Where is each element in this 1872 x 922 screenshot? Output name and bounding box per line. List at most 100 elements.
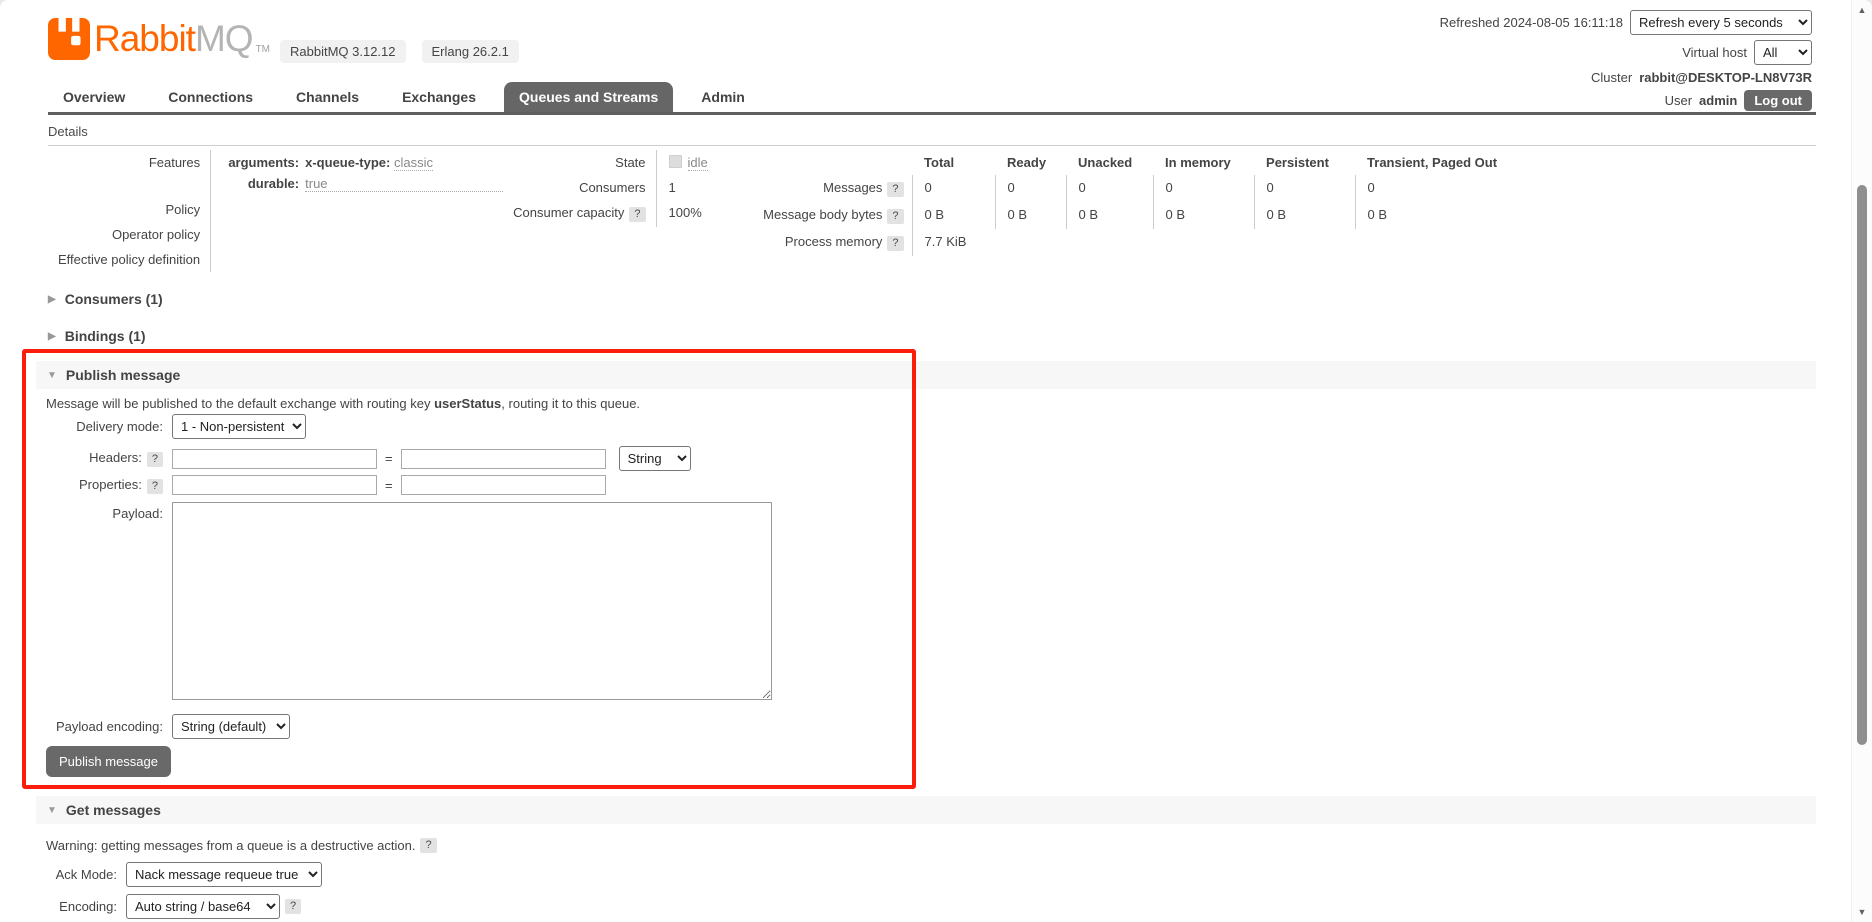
brand-trademark: TM xyxy=(255,44,271,55)
arguments-value: classic xyxy=(393,155,433,171)
state-indicator-icon xyxy=(668,155,682,168)
state-value: idle xyxy=(687,155,708,171)
ack-mode-select[interactable]: Nack message requeue true xyxy=(126,862,322,887)
section-consumers[interactable]: ▶ Consumers (1) xyxy=(48,291,163,307)
state-label: State xyxy=(615,155,646,170)
payload-encoding-label: Payload encoding: xyxy=(56,719,163,734)
triangle-down-icon: ▼ xyxy=(47,804,57,816)
tab-exchanges[interactable]: Exchanges xyxy=(387,82,491,112)
properties-key-input[interactable] xyxy=(172,475,377,495)
payload-label: Payload: xyxy=(112,506,163,521)
scrollbar[interactable]: ▲ ▼ xyxy=(1851,0,1872,922)
process-memory-value: 7.7 KiB xyxy=(911,229,1521,256)
scrollbar-thumb[interactable] xyxy=(1857,185,1867,745)
stat-cell: 0 B xyxy=(1065,202,1154,229)
stat-cell: 0 xyxy=(911,175,996,202)
consumer-capacity-value: 100% xyxy=(655,200,731,227)
delivery-mode-label: Delivery mode: xyxy=(76,419,163,434)
headers-value-input[interactable] xyxy=(400,448,606,469)
encoding-row: Encoding: Auto string / base64 ? xyxy=(33,894,302,919)
header-type-select[interactable]: String xyxy=(618,446,691,471)
payload-textarea[interactable] xyxy=(172,502,772,700)
message-stats-table: Total Ready Unacked In memory Persistent… xyxy=(731,150,1521,256)
stat-cell: 0 B xyxy=(911,202,996,229)
table-row: Messages? 0 0 0 0 0 0 xyxy=(731,175,1521,202)
section-bindings[interactable]: ▶ Bindings (1) xyxy=(48,328,146,344)
help-icon[interactable]: ? xyxy=(887,209,904,224)
tab-connections[interactable]: Connections xyxy=(153,82,268,112)
consumers-value: 1 xyxy=(655,175,731,200)
headers-key-input[interactable] xyxy=(172,448,377,469)
publish-message-button[interactable]: Publish message xyxy=(46,746,171,777)
stat-cell: 0 B xyxy=(1253,202,1356,229)
payload-encoding-select[interactable]: String (default) xyxy=(172,714,290,739)
headers-label: Headers:? xyxy=(33,450,163,467)
column-header-unacked: Unacked xyxy=(1078,155,1133,170)
tab-channels[interactable]: Channels xyxy=(281,82,374,112)
triangle-down-icon: ▼ xyxy=(47,369,57,381)
equals-sign: = xyxy=(385,451,393,466)
scroll-down-icon[interactable]: ▼ xyxy=(1852,907,1872,917)
stat-cell: 0 xyxy=(994,175,1067,202)
properties-label: Properties:? xyxy=(33,477,163,494)
brand-mq: MQ xyxy=(194,18,254,59)
help-icon[interactable]: ? xyxy=(420,838,437,853)
chevron-right-icon: ▶ xyxy=(48,293,56,305)
brand-rabbit: Rabbit xyxy=(94,18,196,59)
stat-cell: 0 xyxy=(1354,175,1521,202)
virtual-host-label: Virtual host xyxy=(1682,45,1747,60)
table-row: Message body bytes? 0 B 0 B 0 B 0 B 0 B … xyxy=(731,202,1521,229)
arguments-subkey: x-queue-type: xyxy=(305,155,391,170)
message-body-bytes-label: Message body bytes? xyxy=(731,202,913,229)
get-messages-section-header[interactable]: ▼ Get messages xyxy=(36,796,1816,824)
stat-cell: 0 xyxy=(1065,175,1154,202)
virtual-host-select[interactable]: All xyxy=(1754,40,1812,65)
help-icon[interactable]: ? xyxy=(146,478,163,494)
messages-label: Messages? xyxy=(731,175,913,202)
ack-mode-label: Ack Mode: xyxy=(55,867,117,882)
version-badges: RabbitMQ 3.12.12 Erlang 26.2.1 xyxy=(280,40,519,63)
rabbitmq-version-badge: RabbitMQ 3.12.12 xyxy=(280,40,406,63)
scroll-up-icon[interactable]: ▲ xyxy=(1852,5,1872,15)
durable-key: durable: xyxy=(247,176,300,191)
help-icon[interactable]: ? xyxy=(887,182,904,197)
effective-policy-label: Effective policy definition xyxy=(58,252,201,267)
consumer-capacity-label: Consumer capacity? xyxy=(503,200,656,227)
column-header-ready: Ready xyxy=(1007,155,1047,170)
help-icon[interactable]: ? xyxy=(146,452,163,467)
refresh-interval-select[interactable]: Refresh every 5 seconds xyxy=(1630,10,1812,35)
publish-message-section-header[interactable]: ▼ Publish message xyxy=(36,361,1816,389)
delivery-mode-select[interactable]: 1 - Non-persistent xyxy=(172,414,306,439)
equals-sign: = xyxy=(385,477,393,493)
features-table: Features arguments: x-queue-type: classi… xyxy=(48,150,504,272)
encoding-select[interactable]: Auto string / base64 xyxy=(126,894,280,919)
process-memory-label: Process memory? xyxy=(731,229,913,256)
rabbitmq-logo[interactable]: Rabbit MQ TM xyxy=(48,18,270,60)
erlang-version-badge: Erlang 26.2.1 xyxy=(421,40,519,63)
help-icon[interactable]: ? xyxy=(629,207,646,222)
help-icon[interactable]: ? xyxy=(887,236,904,251)
column-header-total: Total xyxy=(924,155,955,170)
delivery-mode-row: Delivery mode: 1 - Non-persistent xyxy=(33,414,306,439)
policy-label: Policy xyxy=(165,202,201,217)
features-label: Features xyxy=(148,155,201,170)
operator-policy-label: Operator policy xyxy=(111,227,201,242)
tab-overview[interactable]: Overview xyxy=(48,82,140,112)
column-header-transient-paged-out: Transient, Paged Out xyxy=(1367,155,1498,170)
main-tabs: Overview Connections Channels Exchanges … xyxy=(48,82,1816,115)
column-header-in-memory: In memory xyxy=(1165,155,1231,170)
arguments-key: arguments: xyxy=(228,155,300,170)
column-header-persistent: Persistent xyxy=(1266,155,1329,170)
details-tables: Features arguments: x-queue-type: classi… xyxy=(48,150,1521,272)
tab-queues-and-streams[interactable]: Queues and Streams xyxy=(504,82,674,112)
help-icon[interactable]: ? xyxy=(285,899,302,914)
properties-value-input[interactable] xyxy=(400,475,606,495)
durable-value: true xyxy=(305,176,504,192)
ack-mode-row: Ack Mode: Nack message requeue true xyxy=(33,862,322,887)
consumers-label: Consumers xyxy=(579,180,646,195)
details-heading: Details xyxy=(48,124,1816,146)
tab-admin[interactable]: Admin xyxy=(686,82,760,112)
headers-row: Headers:? = String xyxy=(33,446,691,471)
stat-cell: 0 B xyxy=(994,202,1067,229)
stat-cell: 0 xyxy=(1253,175,1356,202)
